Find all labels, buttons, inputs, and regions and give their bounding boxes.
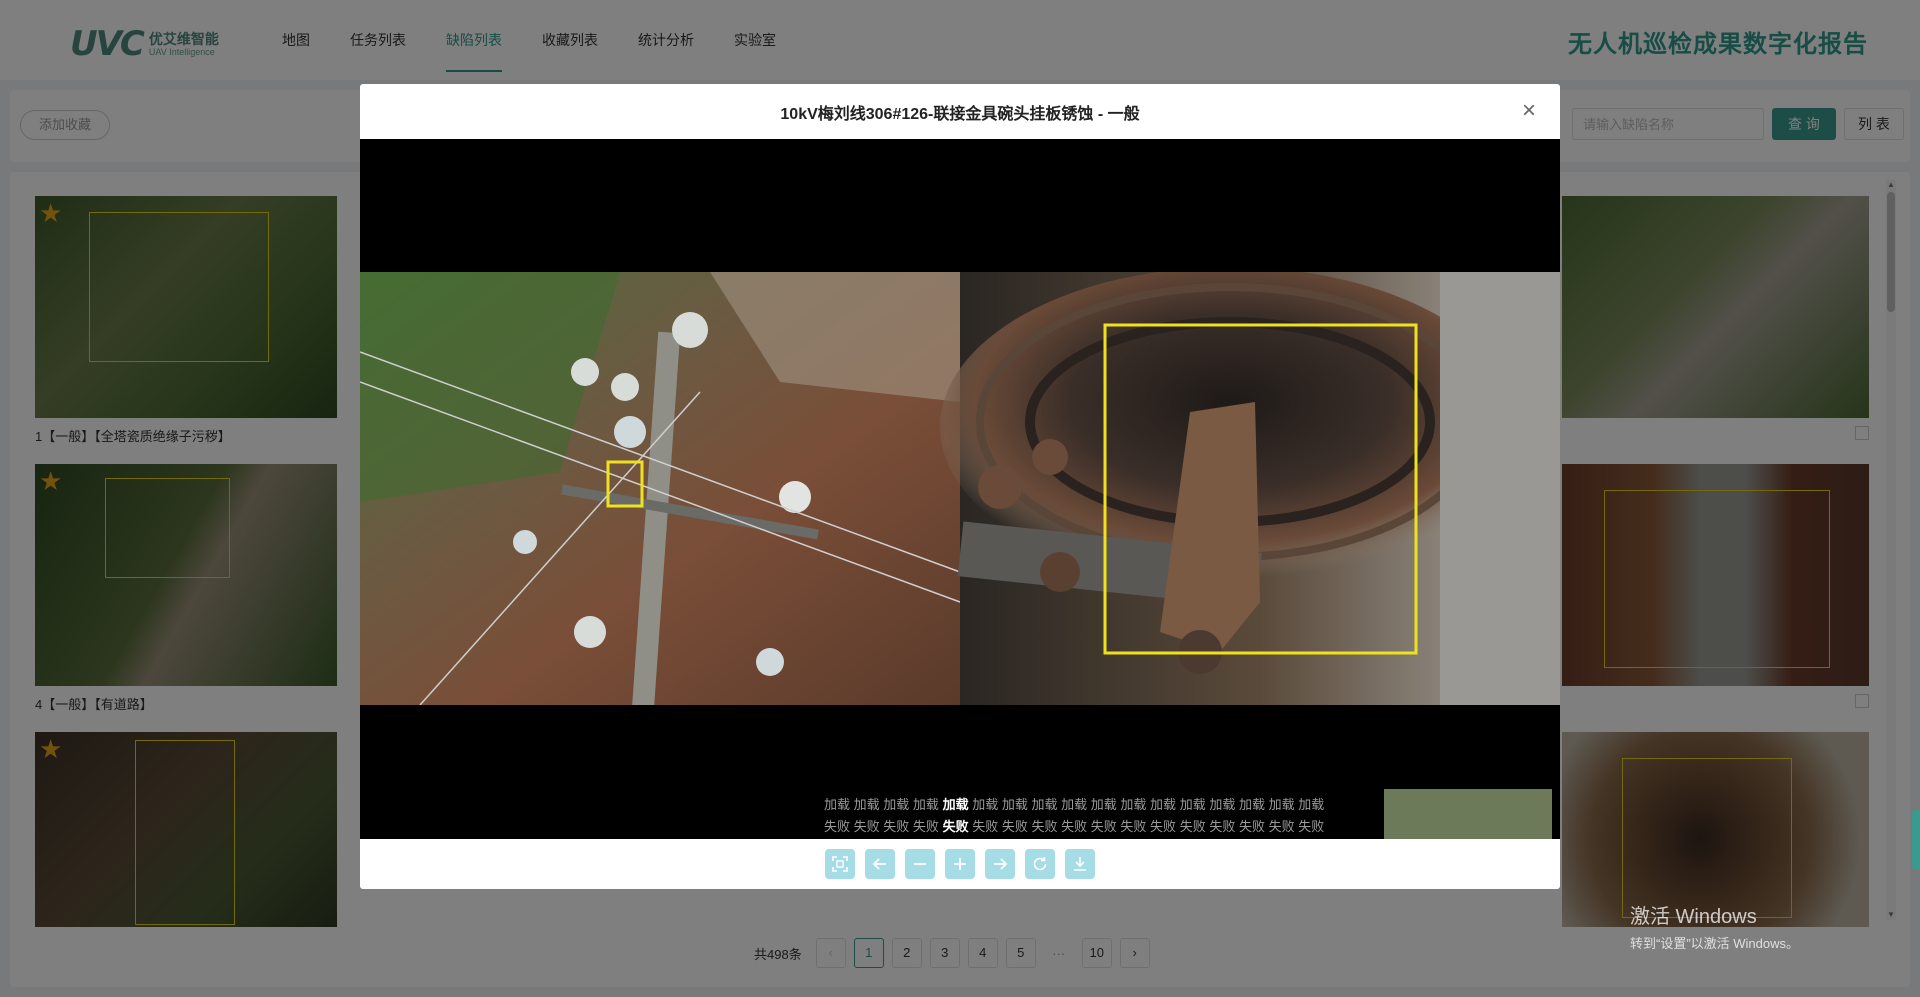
defect-photo <box>360 272 1560 705</box>
load-status-item: 加载 <box>1268 797 1295 812</box>
fail-status-item: 失败 <box>1179 819 1206 834</box>
fail-status-item: 失败 <box>1268 819 1295 834</box>
viewer-toolbar <box>360 839 1560 889</box>
fail-status-item: 失败 <box>883 819 910 834</box>
fail-status-item: 失败 <box>1209 819 1236 834</box>
fail-status-item: 失败 <box>912 819 939 834</box>
image-viewer[interactable]: 加载 加载 加载 加载 加载 加载 加载 加载 加载 加载 加载 加载 加载 加… <box>360 139 1560 839</box>
side-panel-handle[interactable] <box>1912 810 1920 870</box>
fail-status-item: 失败 <box>824 819 851 834</box>
load-status-item: 加载 <box>1150 797 1177 812</box>
fail-status-item-current: 失败 <box>942 819 969 834</box>
fail-status-item: 失败 <box>853 819 880 834</box>
image-load-status: 加载 加载 加载 加载 加载 加载 加载 加载 加载 加载 加载 加载 加载 加… <box>824 794 1334 838</box>
load-status-item: 加载 <box>1179 797 1206 812</box>
arrow-right-icon <box>994 858 1008 870</box>
load-status-item: 加载 <box>1061 797 1088 812</box>
zoom-in-icon <box>954 858 966 870</box>
fail-status-row: 失败 失败 失败 失败 失败 失败 失败 失败 失败 失败 失败 失败 失败 失… <box>824 816 1334 838</box>
download-icon <box>1074 857 1086 871</box>
load-status-item: 加载 <box>1238 797 1265 812</box>
zoom-out-button[interactable] <box>905 849 935 879</box>
windows-activation-watermark: 激活 Windows 转到“设置”以激活 Windows。 <box>1630 900 1799 952</box>
download-button[interactable] <box>1065 849 1095 879</box>
load-status-item: 加载 <box>1209 797 1236 812</box>
load-status-item: 加载 <box>972 797 999 812</box>
fail-status-item: 失败 <box>1298 819 1325 834</box>
close-icon[interactable]: × <box>1516 98 1542 124</box>
load-status-item: 加载 <box>912 797 939 812</box>
load-status-item: 加载 <box>1001 797 1028 812</box>
fail-status-item: 失败 <box>1150 819 1177 834</box>
arrow-left-icon <box>872 858 886 870</box>
modal-header: 10kV梅刘线306#126-联接金具碗头挂板锈蚀 - 一般 × <box>360 84 1560 139</box>
rotate-button[interactable] <box>1025 849 1055 879</box>
fail-status-item: 失败 <box>1061 819 1088 834</box>
fail-status-item: 失败 <box>1031 819 1058 834</box>
load-status-item: 加载 <box>883 797 910 812</box>
zoom-out-icon <box>914 863 926 865</box>
load-status-row: 加载 加载 加载 加载 加载 加载 加载 加载 加载 加载 加载 加载 加载 加… <box>824 794 1334 816</box>
load-status-item: 加载 <box>1298 797 1325 812</box>
fail-status-item: 失败 <box>1090 819 1117 834</box>
zoom-in-button[interactable] <box>945 849 975 879</box>
load-status-item: 加载 <box>1090 797 1117 812</box>
previous-image-button[interactable] <box>865 849 895 879</box>
fail-status-item: 失败 <box>1001 819 1028 834</box>
fail-status-item: 失败 <box>972 819 999 834</box>
rotate-icon <box>1033 857 1047 871</box>
next-image-button[interactable] <box>985 849 1015 879</box>
fail-status-item: 失败 <box>1120 819 1147 834</box>
load-status-item: 加载 <box>853 797 880 812</box>
modal-title: 10kV梅刘线306#126-联接金具碗头挂板锈蚀 - 一般 <box>780 105 1140 123</box>
load-status-item: 加载 <box>1031 797 1058 812</box>
image-preview-modal: 10kV梅刘线306#126-联接金具碗头挂板锈蚀 - 一般 × 加载 加载 加… <box>360 84 1560 889</box>
fullscreen-button[interactable] <box>825 849 855 879</box>
load-status-item: 加载 <box>1120 797 1147 812</box>
load-status-item: 加载 <box>824 797 851 812</box>
fail-status-item: 失败 <box>1238 819 1265 834</box>
fullscreen-icon <box>832 856 848 872</box>
load-status-item-current: 加载 <box>942 797 969 812</box>
watermark-subtitle: 转到“设置”以激活 Windows。 <box>1630 936 1800 951</box>
watermark-title: 激活 Windows <box>1630 906 1757 928</box>
thumbnail-strip[interactable] <box>1384 789 1552 839</box>
